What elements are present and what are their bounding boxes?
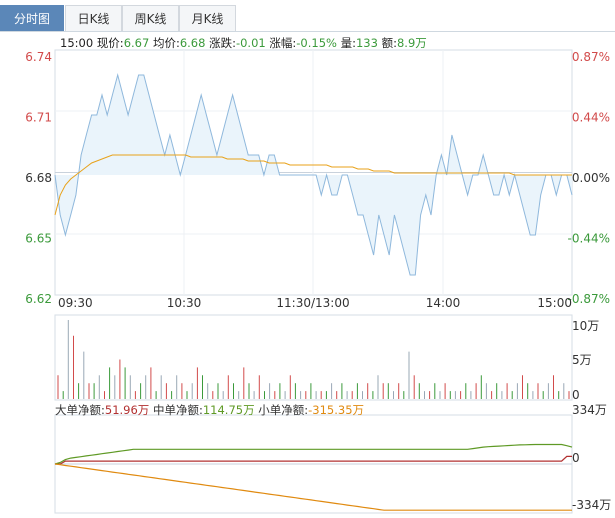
netflow-info-bar: 大单净额:51.96万 中单净额:114.75万 小单净额:-315.35万 (55, 402, 364, 418)
pct-axis-label: -0.87% (568, 292, 610, 306)
large-net-value: 51.96万 (104, 403, 150, 417)
netflow-axis-label: -334万 (572, 498, 611, 512)
price-axis-label: 6.65 (25, 232, 52, 246)
netflow-axis-label: 0 (572, 451, 580, 465)
price-axis-label: 6.71 (25, 111, 52, 125)
time-axis-label: 10:30 (167, 296, 202, 310)
large-net-label: 大单净额: (55, 403, 105, 417)
time-axis-label: 15:00 (537, 296, 572, 310)
medium-net-label: 中单净额: (152, 403, 203, 417)
pct-axis-label: -0.44% (568, 232, 610, 246)
pct-axis-label: 0.87% (572, 50, 610, 64)
time-axis-label: 11:30/13:00 (276, 296, 349, 310)
time-axis-label: 09:30 (58, 296, 93, 310)
time-axis-label: 14:00 (426, 296, 461, 310)
volume-axis-label: 0 (572, 388, 580, 402)
volume-axis-label: 5万 (572, 353, 592, 367)
pct-axis-label: 0.00% (572, 171, 610, 185)
netflow-axis-label: 334万 (572, 403, 607, 417)
price-axis-label: 6.62 (25, 292, 52, 306)
pct-axis-label: 0.44% (572, 111, 610, 125)
small-net-value: -315.35万 (308, 403, 365, 417)
price-axis-label: 6.74 (25, 50, 52, 64)
volume-panel-frame (54, 314, 573, 401)
volume-axis-label: 10万 (572, 319, 599, 333)
netflow-line-small (54, 463, 572, 511)
price-axis-label: 6.68 (25, 171, 52, 185)
small-net-label: 小单净额: (258, 403, 309, 417)
netflow-line-large (55, 455, 572, 465)
medium-net-value: 114.75万 (202, 403, 255, 417)
stock-chart: 6.74 6.71 6.68 6.65 6.62 0.87% 0.44% 0.00% -0.4… (25, 49, 611, 514)
